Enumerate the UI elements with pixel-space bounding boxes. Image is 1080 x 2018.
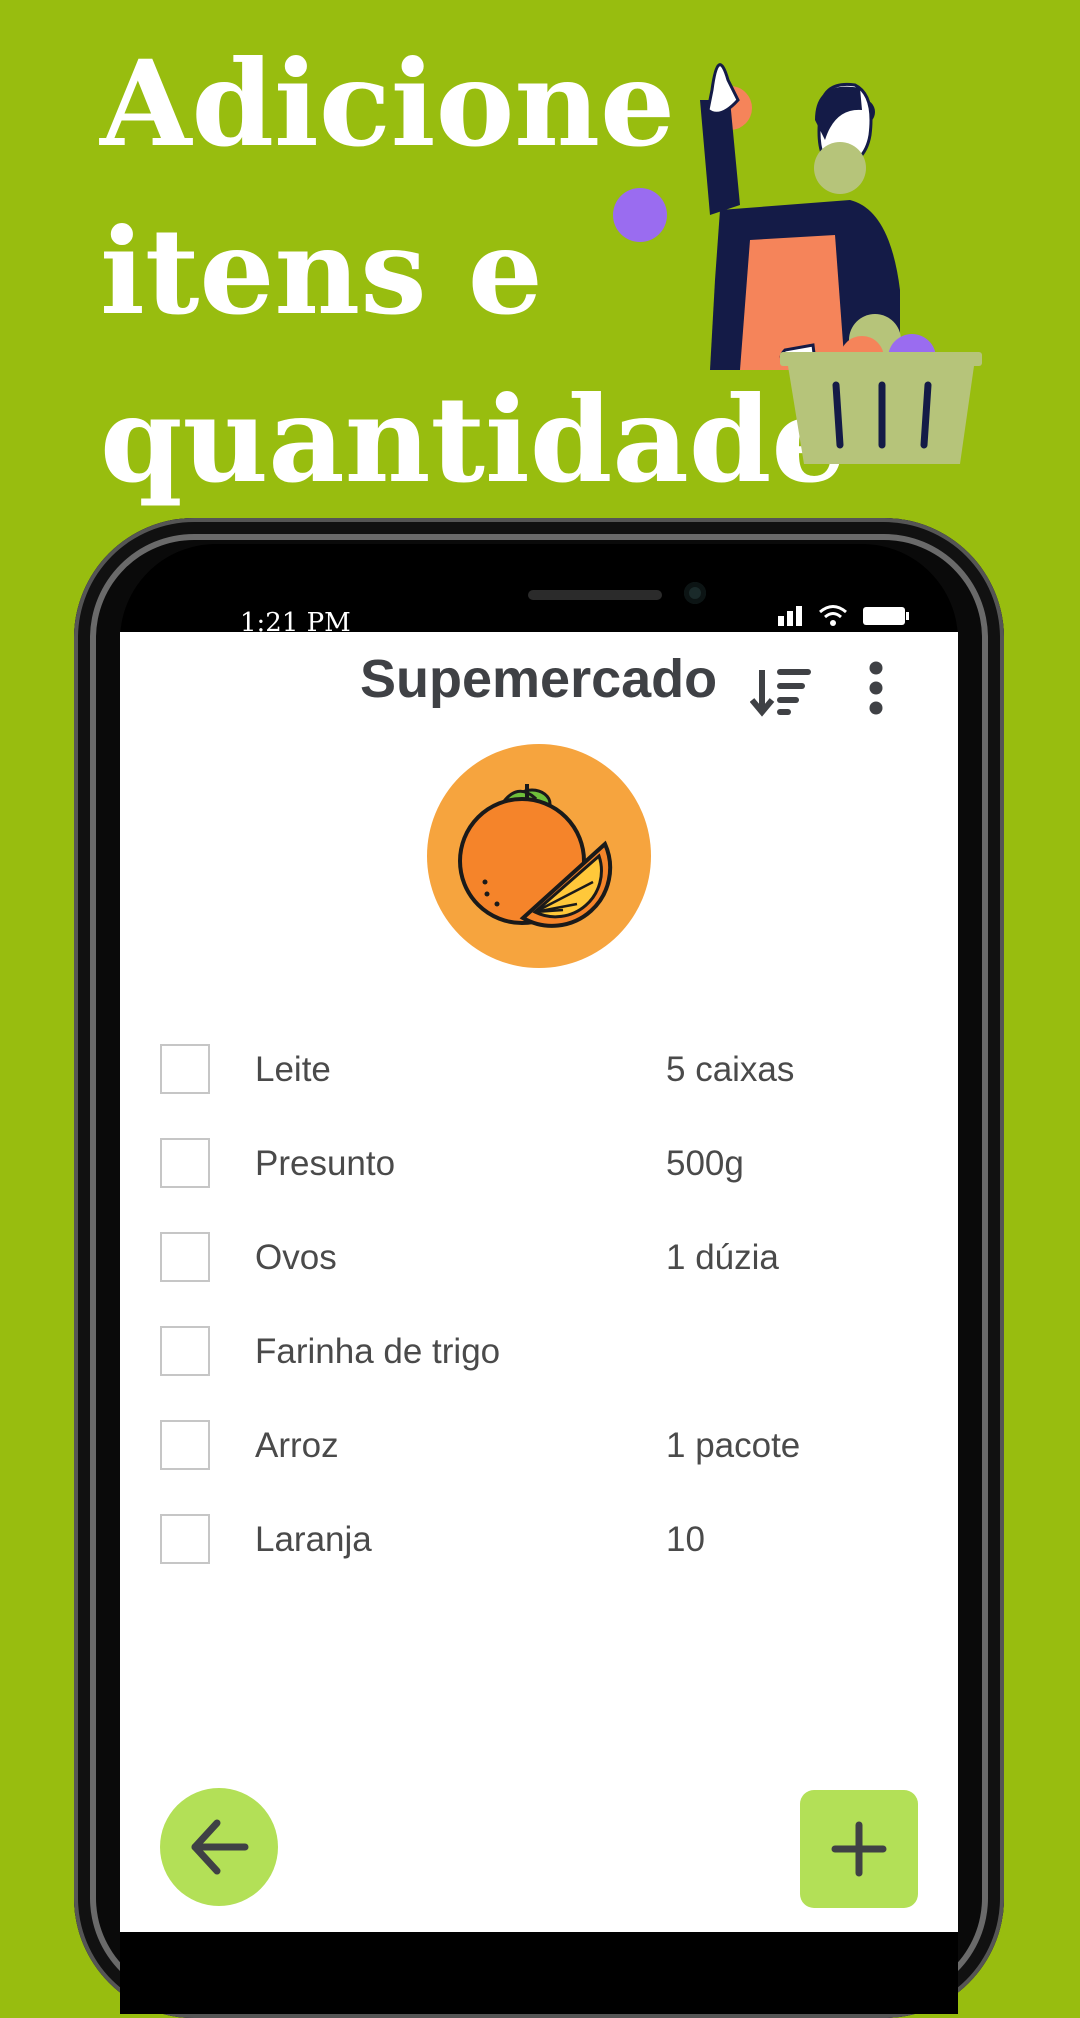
list-item: Laranja 10 — [160, 1514, 920, 1608]
add-item-button[interactable] — [800, 1790, 918, 1908]
wifi-icon — [819, 605, 847, 626]
item-name[interactable]: Leite — [255, 1050, 331, 1090]
list-item: Leite 5 caixas — [160, 1044, 920, 1138]
shopper-illustration — [613, 63, 982, 464]
front-camera — [684, 582, 706, 604]
orange-fruit-icon — [458, 784, 613, 928]
item-checkbox[interactable] — [160, 1326, 210, 1376]
shopping-list: Leite 5 caixas Presunto 500g Ovos 1 dúzi… — [160, 1044, 920, 1608]
sort-icon[interactable] — [750, 662, 814, 722]
speaker-grille — [528, 590, 662, 600]
item-name[interactable]: Laranja — [255, 1520, 372, 1560]
list-logo — [427, 744, 651, 968]
list-item: Farinha de trigo — [160, 1326, 920, 1420]
list-item: Arroz 1 pacote — [160, 1420, 920, 1514]
item-checkbox[interactable] — [160, 1138, 210, 1188]
item-name[interactable]: Ovos — [255, 1238, 337, 1278]
item-name[interactable]: Presunto — [255, 1144, 395, 1184]
more-vert-icon[interactable] — [862, 660, 890, 720]
plus-icon — [831, 1821, 887, 1877]
item-quantity[interactable]: 5 caixas — [666, 1050, 794, 1090]
item-quantity[interactable]: 1 dúzia — [666, 1238, 779, 1278]
list-item: Presunto 500g — [160, 1138, 920, 1232]
battery-icon — [863, 607, 909, 625]
item-checkbox[interactable] — [160, 1514, 210, 1564]
item-quantity[interactable]: 10 — [666, 1520, 705, 1560]
item-name[interactable]: Arroz — [255, 1426, 339, 1466]
back-button[interactable] — [160, 1788, 278, 1906]
item-quantity[interactable]: 500g — [666, 1144, 744, 1184]
item-checkbox[interactable] — [160, 1420, 210, 1470]
signal-icon — [778, 606, 802, 626]
item-quantity[interactable]: 1 pacote — [666, 1426, 800, 1466]
arrow-left-icon — [191, 1819, 249, 1875]
page-title: Supemercado — [360, 649, 718, 709]
item-checkbox[interactable] — [160, 1044, 210, 1094]
app-screen: Supemercado Leite 5 caixas Presunto 500g… — [120, 632, 958, 1932]
list-item: Ovos 1 dúzia — [160, 1232, 920, 1326]
status-icons — [778, 604, 910, 628]
item-name[interactable]: Farinha de trigo — [255, 1332, 500, 1372]
item-checkbox[interactable] — [160, 1232, 210, 1282]
